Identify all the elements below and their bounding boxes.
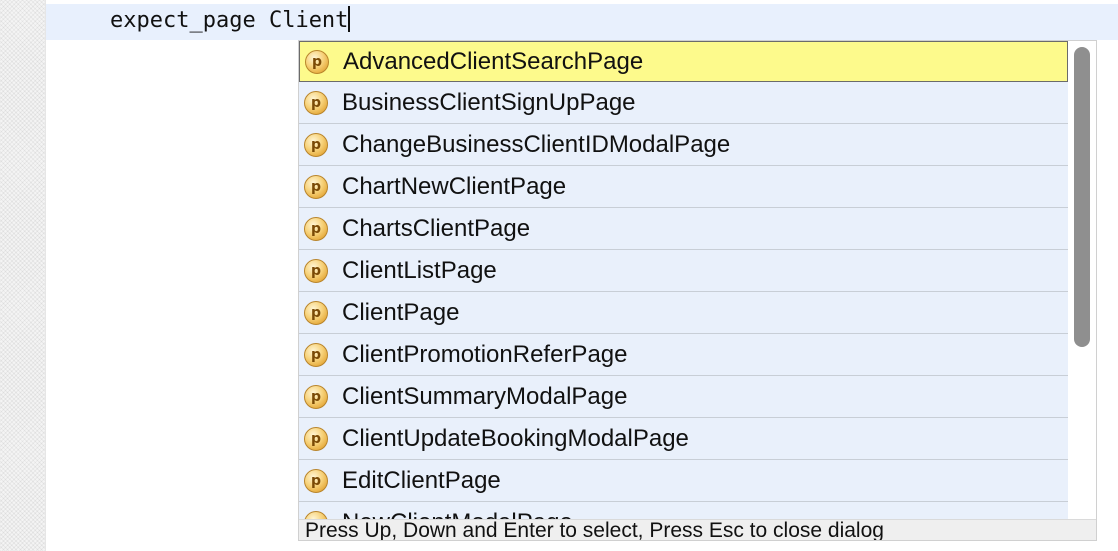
autocomplete-item[interactable]: p ClientListPage: [299, 250, 1068, 292]
class-p-icon: p: [304, 300, 328, 325]
autocomplete-item-label: ClientPromotionReferPage: [342, 340, 628, 368]
scrollbar-thumb[interactable]: [1074, 47, 1090, 347]
autocomplete-item-label: ClientListPage: [342, 256, 497, 284]
class-p-icon: p: [304, 342, 328, 367]
autocomplete-item[interactable]: p ChangeBusinessClientIDModalPage: [299, 124, 1068, 166]
class-p-icon: p: [304, 384, 328, 409]
autocomplete-item[interactable]: p ClientSummaryModalPage: [299, 376, 1068, 418]
typed-text: Client: [268, 8, 349, 33]
autocomplete-item[interactable]: p EditClientPage: [299, 460, 1068, 502]
code-line[interactable]: expect_page Client: [110, 5, 351, 37]
autocomplete-item-label: NewClientModalPage: [342, 509, 573, 520]
vertical-scrollbar[interactable]: [1068, 41, 1096, 519]
autocomplete-item-label: EditClientPage: [342, 466, 501, 494]
autocomplete-item[interactable]: p NewClientModalPage: [299, 502, 1068, 519]
line-number-gutter: [0, 0, 46, 551]
autocomplete-item[interactable]: p AdvancedClientSearchPage: [299, 41, 1068, 82]
autocomplete-item-label: AdvancedClientSearchPage: [343, 47, 644, 75]
autocomplete-list: p AdvancedClientSearchPage p BusinessCli…: [299, 41, 1068, 519]
autocomplete-popup[interactable]: p AdvancedClientSearchPage p BusinessCli…: [298, 40, 1097, 541]
class-p-icon: p: [304, 216, 328, 241]
class-p-icon: p: [304, 426, 328, 451]
autocomplete-item-label: ChartsClientPage: [342, 214, 531, 242]
text-caret: [348, 6, 351, 32]
autocomplete-item-label: ClientUpdateBookingModalPage: [342, 424, 689, 452]
class-p-icon: p: [304, 174, 328, 199]
autocomplete-item-label: ChartNewClientPage: [342, 172, 567, 200]
autocomplete-item[interactable]: p BusinessClientSignUpPage: [299, 82, 1068, 124]
autocomplete-item[interactable]: p ClientPage: [299, 292, 1068, 334]
autocomplete-item[interactable]: p ChartNewClientPage: [299, 166, 1068, 208]
class-p-icon: p: [304, 90, 328, 115]
autocomplete-item[interactable]: p ChartsClientPage: [299, 208, 1068, 250]
class-p-icon: p: [304, 510, 328, 519]
keyword-token: expect_page: [110, 8, 256, 33]
class-p-icon: p: [304, 258, 328, 283]
autocomplete-item-label: ChangeBusinessClientIDModalPage: [342, 130, 731, 158]
class-p-icon: p: [304, 132, 328, 157]
class-p-icon: p: [305, 49, 329, 74]
autocomplete-hint-bar: Press Up, Down and Enter to select, Pres…: [299, 519, 1096, 540]
autocomplete-item-label: BusinessClientSignUpPage: [342, 88, 636, 116]
autocomplete-item-label: ClientPage: [342, 298, 460, 326]
class-p-icon: p: [304, 468, 328, 493]
autocomplete-item[interactable]: p ClientPromotionReferPage: [299, 334, 1068, 376]
autocomplete-item-label: ClientSummaryModalPage: [342, 382, 628, 410]
autocomplete-item[interactable]: p ClientUpdateBookingModalPage: [299, 418, 1068, 460]
